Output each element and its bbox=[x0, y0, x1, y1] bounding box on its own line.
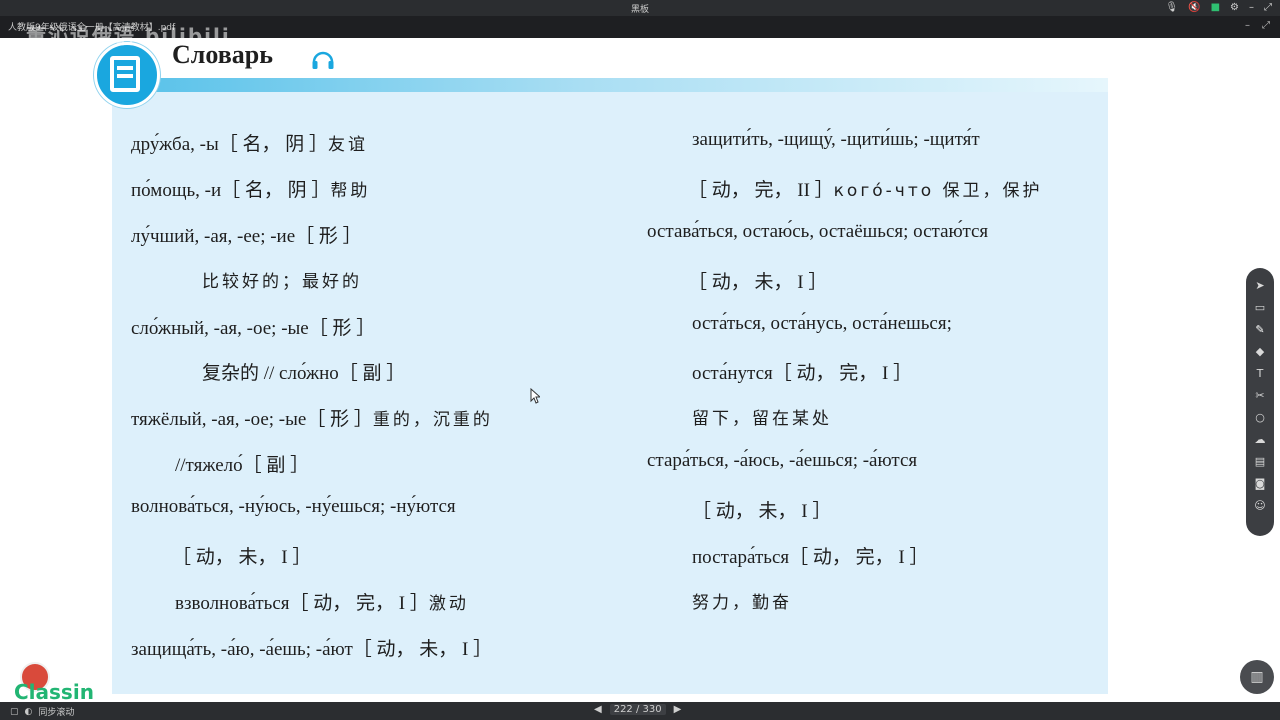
vocab-entry: 留下，留在某处 bbox=[692, 409, 832, 429]
vocab-entry: постара́ться［ 动， 完， I ］ bbox=[692, 547, 929, 568]
vocab-entry: защити́ть, -щищу́, -щити́шь; -щитя́т bbox=[692, 129, 980, 150]
bottom-bar: ▢ ◐ 同步滚动 ◀ 222 / 330 ▶ bbox=[0, 702, 1280, 720]
text-icon[interactable]: T bbox=[1250, 364, 1270, 383]
camera-icon[interactable]: ◙ bbox=[1250, 474, 1270, 493]
maximize-icon[interactable]: ⤢ bbox=[1264, 2, 1272, 14]
select-icon[interactable]: ▭ bbox=[1250, 298, 1270, 317]
eraser-icon[interactable]: ◆ bbox=[1250, 342, 1270, 361]
maximize-icon[interactable]: ⤢ bbox=[1262, 20, 1270, 31]
vocab-entry: дру́жба, -ы［ 名， 阴 ］友谊 bbox=[131, 134, 369, 155]
sync-scroll: ▢ ◐ 同步滚动 bbox=[10, 705, 74, 719]
scissors-icon[interactable]: ✂ bbox=[1250, 386, 1270, 405]
vocab-entry: ［ 动， 未， I ］ bbox=[172, 547, 312, 568]
vocab-entry: взволнова́ться［ 动， 完， I ］激动 bbox=[175, 593, 469, 614]
headphones-icon[interactable] bbox=[310, 46, 336, 72]
pen-icon[interactable]: ✎ bbox=[1250, 320, 1270, 339]
folder-icon[interactable]: ▤ bbox=[1250, 452, 1270, 471]
whiteboard-toolbar: ➤ ▭ ✎ ◆ T ✂ ○ ☁ ▤ ◙ ☺ bbox=[1246, 268, 1274, 536]
brand-name: Classin bbox=[14, 680, 94, 704]
page-navigator: ◀ 222 / 330 ▶ bbox=[594, 704, 681, 715]
vocab-entry: 比较好的；最好的 bbox=[202, 272, 362, 292]
vocab-entry: //тяжело́［ 副 ］ bbox=[175, 455, 310, 476]
shape-icon[interactable]: ○ bbox=[1250, 408, 1270, 427]
header-band bbox=[150, 78, 1108, 92]
vocab-entry: оста́нутся［ 动， 完， I ］ bbox=[692, 363, 913, 384]
vocab-entry: ［ 动， 未， I ］ bbox=[688, 272, 828, 293]
mouse-cursor-icon bbox=[530, 388, 540, 404]
watermark: 董沁说俄语 bilibili bbox=[26, 24, 231, 48]
minimize-icon[interactable]: – bbox=[1245, 20, 1250, 31]
top-title-bar: 黑板 🎙 🔇 ■ ⚙ – ⤢ bbox=[0, 0, 1280, 16]
vocab-entry: защища́ть, -а́ю, -а́ешь; -а́ют［ 动， 未， I … bbox=[131, 639, 493, 660]
vocab-entry: оста́ться, оста́нусь, оста́нешься; bbox=[692, 313, 952, 334]
panel-toggle-icon[interactable]: ▢ bbox=[10, 707, 19, 717]
window-title: 黑板 bbox=[630, 5, 649, 15]
sync-scroll-label[interactable]: 同步滚动 bbox=[38, 705, 74, 718]
vocab-entry: лу́чший, -ая, -ее; -ие［ 形 ］ bbox=[131, 226, 362, 247]
tools-menu-button[interactable]: ▥ bbox=[1240, 660, 1274, 694]
prev-page-icon[interactable]: ◀ bbox=[594, 704, 602, 715]
minimize-icon[interactable]: – bbox=[1249, 2, 1254, 14]
vocab-entry: тяжёлый, -ая, -ое; -ые［ 形 ］重的，沉重的 bbox=[131, 409, 493, 430]
vocab-entry: 努力，勤奋 bbox=[692, 593, 792, 613]
vocab-entry: ［ 动， 未， I ］ bbox=[692, 501, 832, 522]
users-icon[interactable]: ☺ bbox=[1250, 496, 1270, 515]
vocab-entry: стара́ться, -а́юсь, -а́ешься; -а́ются bbox=[647, 450, 918, 471]
page-indicator[interactable]: 222 / 330 bbox=[609, 704, 666, 715]
camera-icon[interactable]: ■ bbox=[1211, 2, 1220, 14]
sync-toggle-icon[interactable]: ◐ bbox=[25, 707, 33, 717]
cloud-icon[interactable]: ☁ bbox=[1250, 430, 1270, 449]
vocab-entry: 复杂的 // сло́жно［ 副 ］ bbox=[202, 363, 406, 384]
settings-icon[interactable]: ⚙ bbox=[1230, 2, 1239, 14]
microphone-icon[interactable]: 🎙 bbox=[1165, 2, 1178, 14]
next-page-icon[interactable]: ▶ bbox=[674, 704, 682, 715]
document-controls: – ⤢ bbox=[1245, 20, 1270, 31]
vocab-entry: ［ 动， 完， II ］кого́-что 保卫，保护 bbox=[688, 180, 1043, 201]
vocab-entry: остава́ться, остаю́сь, остаёшься; остаю́… bbox=[647, 221, 989, 242]
vocab-entry: сло́жный, -ая, -ое; -ые［ 形 ］ bbox=[131, 318, 376, 339]
vocab-entry: волнова́ться, -ну́юсь, -ну́ешься; -ну́ют… bbox=[131, 496, 456, 517]
speaker-mute-icon[interactable]: 🔇 bbox=[1188, 2, 1200, 14]
top-controls: 🎙 🔇 ■ ⚙ – ⤢ bbox=[1165, 2, 1272, 14]
pdf-page: Словарь дру́жба, -ы［ 名， 阴 ］友谊 по́мощь, -… bbox=[0, 38, 1280, 694]
book-icon bbox=[110, 56, 140, 92]
vocab-entry: по́мощь, -и［ 名， 阴 ］帮助 bbox=[131, 180, 371, 201]
pointer-icon[interactable]: ➤ bbox=[1250, 276, 1270, 295]
